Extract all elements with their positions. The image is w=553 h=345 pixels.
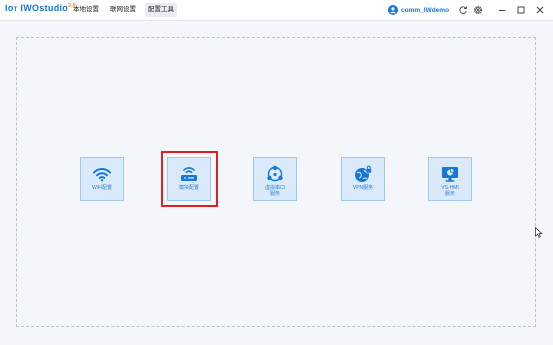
nav-label: 本地设置	[73, 6, 99, 13]
monitor-chart-icon	[440, 165, 460, 183]
globe-lock-icon	[353, 165, 373, 183]
card-label: VS-HMI 服务	[441, 185, 459, 197]
gear-icon[interactable]	[471, 3, 485, 17]
selection-highlight	[161, 151, 218, 207]
card-virtual-serial[interactable]: 虚拟串口 服务	[253, 157, 297, 201]
nav-local-settings[interactable]: 本地设置	[71, 3, 101, 17]
logo-prefix: I	[5, 3, 8, 13]
app-logo: IoT IWOstudio3.0	[5, 3, 76, 13]
user-avatar-icon	[388, 5, 398, 15]
wifi-icon	[92, 165, 112, 183]
card-label: VPN服务	[352, 185, 374, 191]
card-wifi-config[interactable]: WiFi配置	[80, 157, 124, 201]
user-name: comm_IWdemo	[401, 6, 450, 14]
minimize-icon[interactable]	[495, 3, 509, 17]
user-account[interactable]: comm_IWdemo	[388, 3, 449, 17]
title-bar: IoT IWOstudio3.0 本地设置 联网设置 配置工具 comm_IWd…	[0, 0, 553, 21]
close-icon[interactable]	[533, 3, 547, 17]
card-vpn-service[interactable]: VPN服务	[341, 157, 385, 201]
nav-label: 联网设置	[110, 6, 136, 13]
maximize-icon[interactable]	[514, 3, 528, 17]
nav-label: 配置工具	[148, 6, 174, 13]
logo-brand: IWOstudio	[20, 3, 69, 13]
nav-network-settings[interactable]: 联网设置	[108, 3, 138, 17]
network-nodes-icon	[265, 165, 285, 183]
card-label: WiFi配置	[92, 185, 112, 191]
card-label: 虚拟串口 服务	[264, 185, 285, 197]
mouse-cursor-icon	[535, 225, 543, 243]
card-vs-hmi-service[interactable]: VS-HMI 服务	[428, 157, 472, 201]
refresh-icon[interactable]	[456, 3, 470, 17]
nav-config-tools[interactable]: 配置工具	[145, 3, 177, 17]
